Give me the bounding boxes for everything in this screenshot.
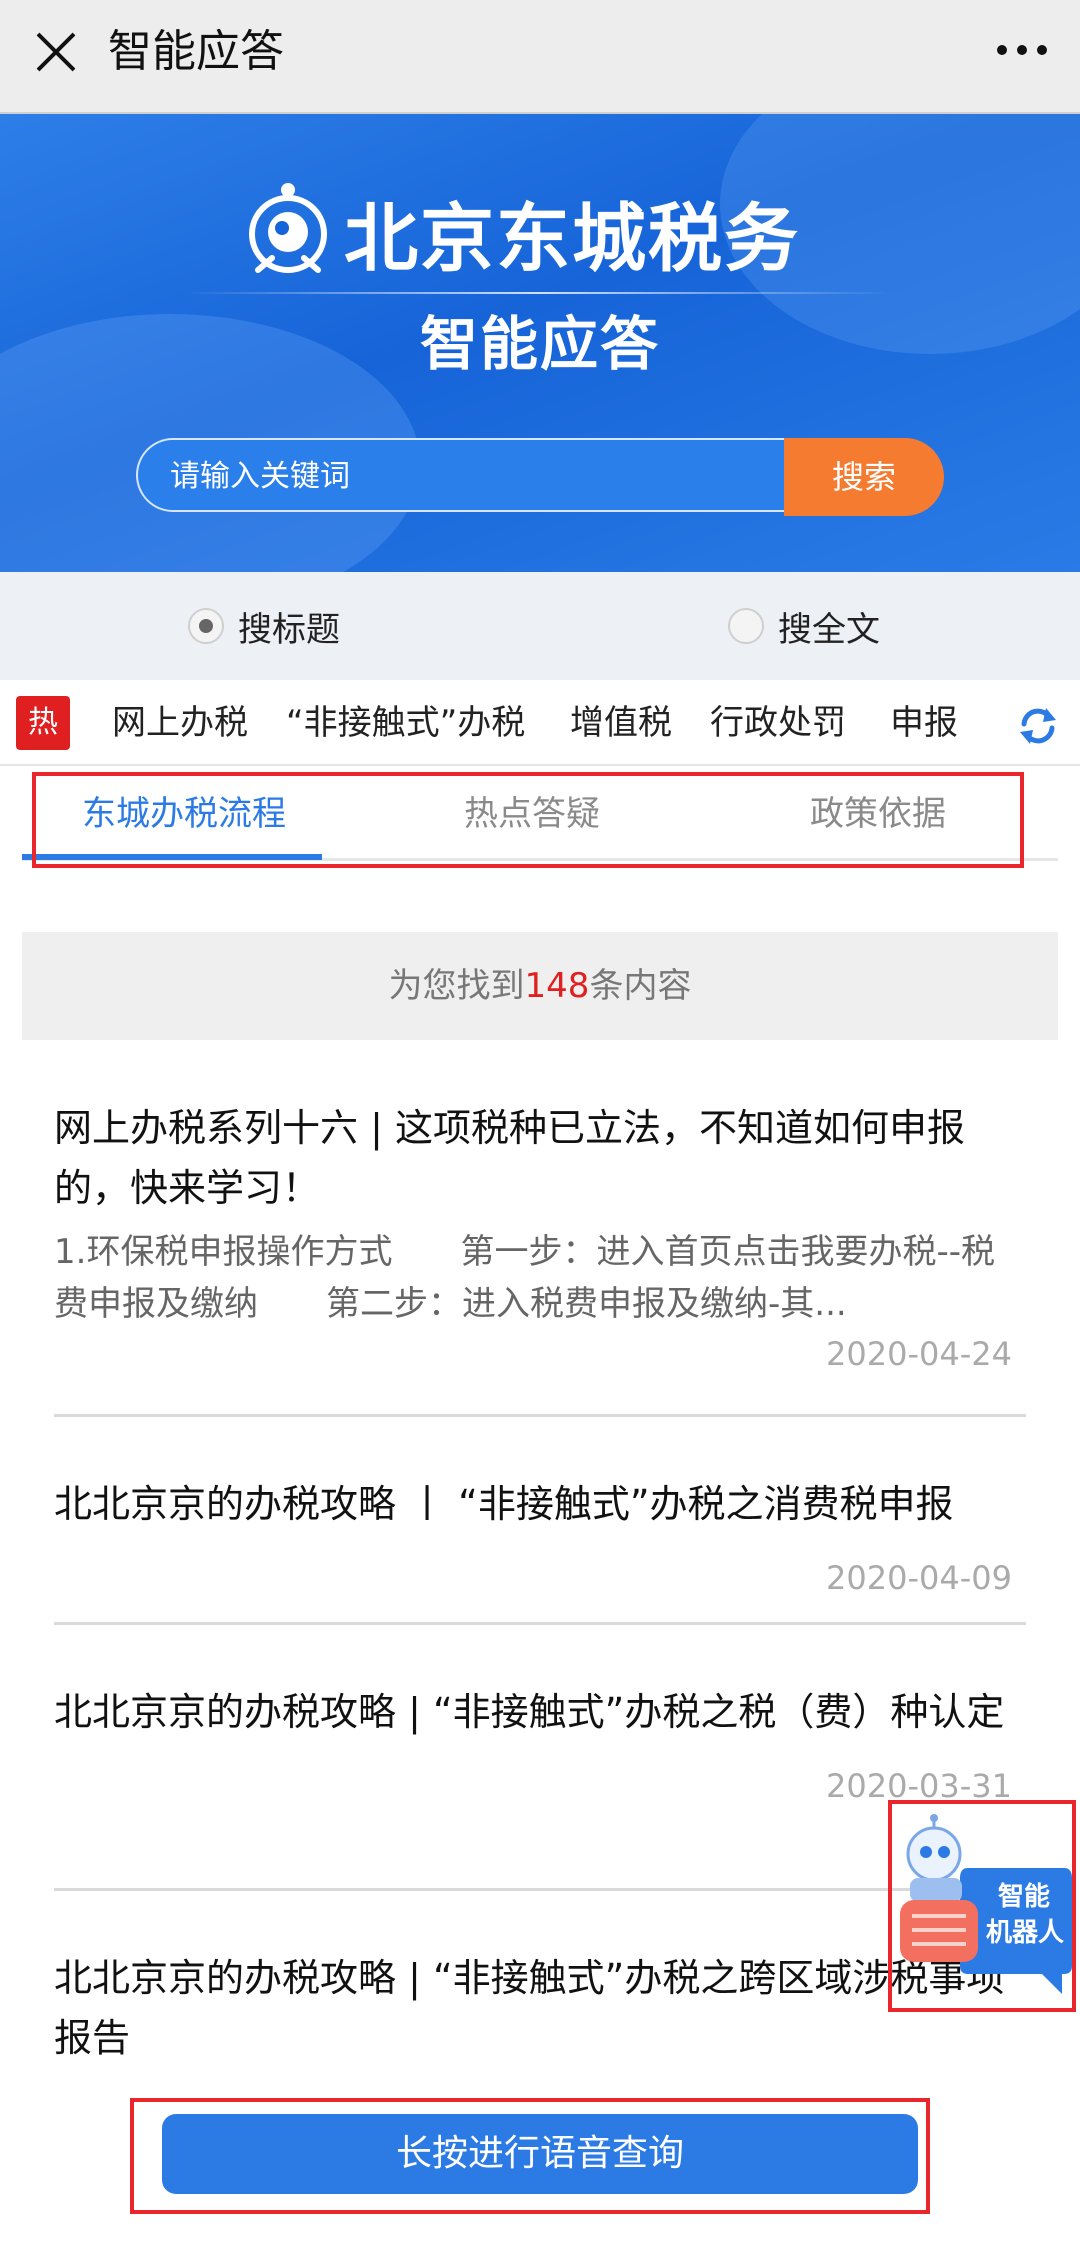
article-title: 北北京京的办税攻略 | “非接触式”办税之税（费）种认定 bbox=[54, 1690, 1005, 1734]
list-item[interactable]: 北北京京的办税攻略 | “非接触式”办税之跨区域涉税事项报告 bbox=[54, 1948, 1026, 2068]
hot-badge: 热 bbox=[16, 696, 70, 750]
result-suffix: 条内容 bbox=[589, 966, 692, 1006]
refresh-icon[interactable] bbox=[1016, 704, 1060, 748]
list-divider bbox=[54, 1622, 1026, 1625]
article-title: 网上办税系列十六 | 这项税种已立法，不知道如何申报的，快来学习！ bbox=[54, 1106, 965, 1210]
highlight-box-tabs bbox=[32, 772, 1024, 868]
more-options-icon[interactable] bbox=[992, 30, 1052, 70]
hot-tag[interactable]: 增值税 bbox=[570, 698, 672, 748]
search-box: 请输入关键词 搜索 bbox=[136, 438, 944, 516]
article-date: 2020-03-31 bbox=[826, 1767, 1012, 1805]
list-item[interactable]: 网上办税系列十六 | 这项税种已立法，不知道如何申报的，快来学习！ 1.环保税申… bbox=[54, 1098, 1026, 1378]
result-count-banner: 为您找到148条内容 bbox=[22, 932, 1058, 1040]
search-input[interactable]: 请输入关键词 bbox=[136, 438, 786, 512]
article-summary: 1.环保税申报操作方式 第一步：进入首页点击我要办税--税费申报及缴纳 第二步：… bbox=[54, 1232, 995, 1324]
highlight-box-voice bbox=[130, 2098, 930, 2214]
hot-tag[interactable]: “非接触式”办税 bbox=[286, 698, 525, 748]
search-mode-row: 搜标题 搜全文 bbox=[0, 572, 1080, 680]
radio-label: 搜标题 bbox=[238, 609, 340, 650]
list-divider bbox=[54, 1888, 1026, 1891]
brand-divider bbox=[186, 292, 890, 294]
list-item[interactable]: 北北京京的办税攻略 丨 “非接触式”办税之消费税申报 2020-04-09 bbox=[54, 1474, 1026, 1602]
search-button[interactable]: 搜索 bbox=[784, 438, 944, 516]
robot-logo-icon bbox=[249, 183, 327, 273]
hot-tag[interactable]: 网上办税 bbox=[112, 698, 248, 748]
top-bar: 智能应答 bbox=[0, 0, 1080, 114]
list-divider bbox=[54, 1414, 1026, 1417]
article-title: 北北京京的办税攻略 丨 “非接触式”办税之消费税申报 bbox=[54, 1482, 954, 1526]
article-title: 北北京京的办税攻略 | “非接触式”办税之跨区域涉税事项报告 bbox=[54, 1956, 1005, 2060]
radio-search-fulltext[interactable]: 搜全文 bbox=[728, 602, 880, 650]
result-count: 148 bbox=[524, 966, 590, 1006]
radio-label: 搜全文 bbox=[778, 609, 880, 650]
radio-search-title[interactable]: 搜标题 bbox=[188, 602, 340, 650]
article-date: 2020-04-24 bbox=[826, 1335, 1012, 1373]
article-date: 2020-04-09 bbox=[826, 1559, 1012, 1597]
close-icon[interactable] bbox=[30, 26, 82, 78]
hot-tags-row: 热 网上办税 “非接触式”办税 增值税 行政处罚 申报 bbox=[0, 682, 1080, 766]
brand-subtitle: 智能应答 bbox=[419, 310, 660, 378]
brand-title: 北京东城税务 bbox=[344, 196, 800, 282]
header-banner: 北京东城税务 智能应答 请输入关键词 搜索 bbox=[0, 114, 1080, 572]
highlight-box-robot bbox=[888, 1800, 1076, 2012]
radio-unchecked-icon bbox=[728, 608, 764, 644]
hot-tag[interactable]: 申报 bbox=[890, 698, 958, 748]
radio-checked-icon bbox=[188, 608, 224, 644]
hot-tag[interactable]: 行政处罚 bbox=[710, 698, 846, 748]
list-item[interactable]: 北北京京的办税攻略 | “非接触式”办税之税（费）种认定 2020-03-31 bbox=[54, 1682, 1026, 1810]
page-title: 智能应答 bbox=[108, 26, 284, 77]
result-prefix: 为您找到 bbox=[388, 966, 525, 1006]
